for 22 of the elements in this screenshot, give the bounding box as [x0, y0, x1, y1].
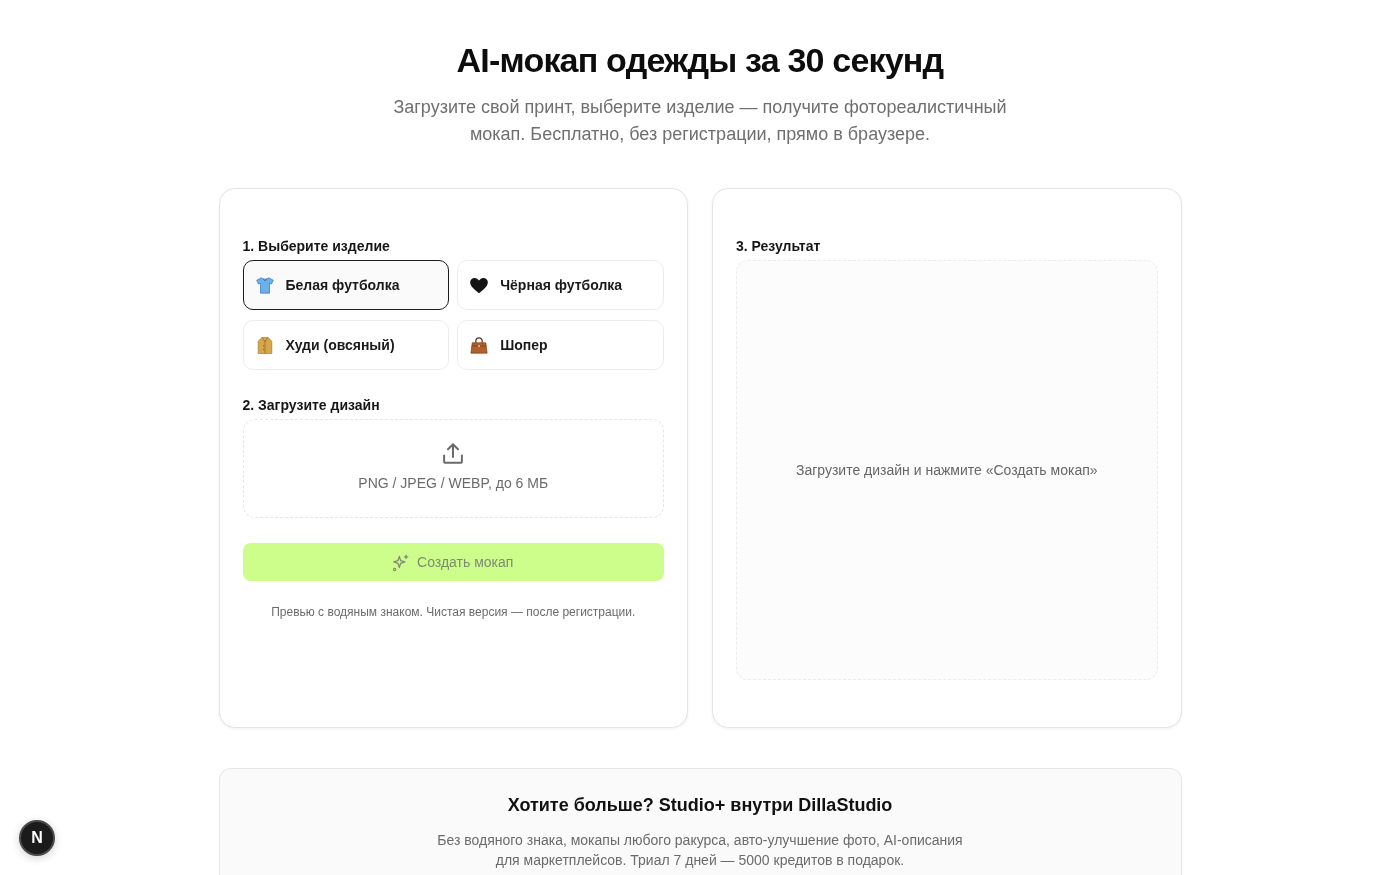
- product-option[interactable]: Худи (овсяный): [242, 320, 450, 370]
- upload-icon: [443, 442, 464, 464]
- promo-title: Хотите больше? Studio+ внутри DillaStudio: [507, 794, 893, 816]
- section-label: 3. Результат: [736, 237, 822, 256]
- section-label: 1. Выберите изделие: [242, 237, 391, 256]
- result-empty-message: Загрузите дизайн и нажмите «Создать мокап»: [795, 461, 1098, 480]
- tshirt-icon: [255, 276, 274, 294]
- page-subtitle: Загрузите свой принт, выберите изделие — получите фотореалистичный мокап. Бесплатно, без регистрации, прямо в браузере.: [392, 96, 1008, 146]
- upload-hint: PNG / JPEG / WEBP, до 6 МБ: [358, 473, 549, 493]
- product-option[interactable]: Чёрная футболка: [457, 260, 664, 310]
- watermark-note: Превью с водяным знаком. Чистая версия — после регистрации.: [270, 604, 637, 620]
- product-option[interactable]: Шопер: [457, 320, 664, 370]
- product-option[interactable]: Белая футболка: [242, 260, 450, 310]
- page-title: AI-мокап одежды за 30 секунд: [455, 40, 945, 80]
- dev-tools-button[interactable]: N: [19, 820, 55, 856]
- sparkle-icon: [393, 553, 410, 571]
- promo-text: Без водяного знака, мокапы любого ракурса, авто-улучшение фото, AI-описания для маркетплейсов. Триал 7 дней — 5000 кредитов в подарок.: [436, 831, 964, 870]
- section-label: 2. Загрузите дизайн: [242, 396, 381, 415]
- heart-icon: [470, 276, 489, 294]
- handbag-icon: [470, 336, 489, 354]
- upload-dropzone[interactable]: PNG / JPEG / WEBP, до 6 МБ: [242, 419, 664, 518]
- coat-icon: [255, 336, 274, 354]
